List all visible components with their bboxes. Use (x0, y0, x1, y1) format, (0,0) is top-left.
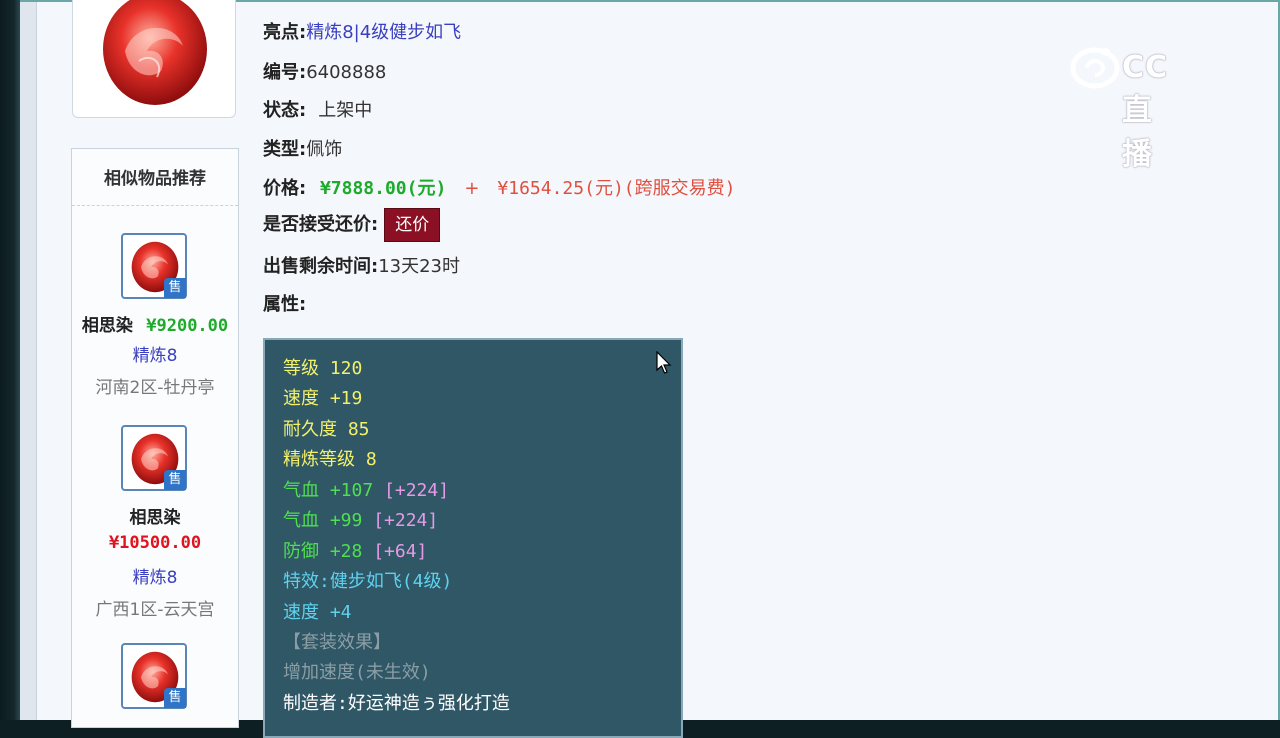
left-edge (0, 0, 20, 720)
highlight-value: 精炼8|4级健步如飞 (306, 22, 462, 43)
attr-line: 【套装效果】 (283, 632, 391, 653)
similar-item-price: ¥9200.00 (146, 316, 229, 336)
attr-main: 气血 +107 (283, 480, 374, 501)
attr-line: 耐久度 85 (283, 419, 370, 440)
time-label: 出售剩余时间: (263, 256, 379, 277)
sale-badge: 售 (164, 688, 186, 708)
highlight-label: 亮点: (263, 22, 307, 43)
status-label: 状态: (263, 100, 307, 121)
sale-badge: 售 (164, 278, 186, 298)
similar-items-title: 相似物品推荐 (72, 149, 238, 206)
attr-line: 速度 +4 (283, 602, 352, 623)
similar-item-thumb[interactable]: 售 (121, 643, 187, 709)
similar-item-thumb[interactable]: 售 (121, 233, 187, 299)
id-label: 编号: (263, 62, 307, 83)
highlight-row: 亮点:精炼8|4级健步如飞 (263, 18, 461, 44)
attr-row: 属性: (263, 290, 306, 316)
attribute-panel: 等级 120 速度 +19 耐久度 85 精炼等级 8 气血 +107 [+22… (263, 338, 683, 738)
price-row: 价格: ¥7888.00(元) + ¥1654.25(元)(跨服交易费) (263, 174, 735, 200)
bargain-label: 是否接受还价: (263, 214, 379, 235)
left-sidebar-band (20, 0, 37, 720)
similar-item-refine[interactable]: 精炼8 (72, 341, 238, 366)
price-label: 价格: (263, 178, 307, 199)
similar-item-name-price: 相思染 ¥9200.00 (72, 311, 238, 336)
item-image (72, 0, 236, 118)
attr-line: 增加速度(未生效) (283, 662, 431, 683)
attr-line: 气血 +99 [+224] (283, 506, 438, 532)
status-row: 状态: 上架中 (263, 96, 372, 122)
attr-extra: [+224] (373, 510, 439, 531)
attr-main: 气血 +99 (283, 510, 363, 531)
status-value: 上架中 (318, 100, 373, 121)
attr-extra: [+64] (373, 541, 428, 562)
attr-line: 制造者:好运神造ぅ强化打造 (283, 693, 510, 714)
time-value: 13天23时 (378, 256, 461, 277)
similar-items-panel: 相似物品推荐 售 相思染 ¥9200.00 精炼8 河南2区-牡丹亭 售 相思染… (71, 148, 239, 728)
similar-item-name: 相思染 (129, 508, 181, 528)
watermark-text: CC直播 (1122, 50, 1169, 172)
id-row: 编号:6408888 (263, 58, 386, 84)
bargain-button[interactable]: 还价 (384, 208, 441, 242)
similar-item-server: 河南2区-牡丹亭 (95, 378, 215, 398)
sale-badge: 售 (164, 470, 186, 490)
cc-logo-icon (1070, 47, 1120, 89)
attr-label: 属性: (263, 294, 307, 315)
attr-line: 等级 120 (283, 358, 363, 379)
attr-line: 速度 +19 (283, 388, 363, 409)
id-value: 6408888 (306, 62, 387, 83)
similar-item-refine[interactable]: 精炼8 (72, 563, 238, 588)
similar-item-name: 相思染 (81, 316, 133, 336)
fee-value: ¥1654.25(元)(跨服交易费) (497, 178, 736, 199)
attr-line: 精炼等级 8 (283, 449, 377, 470)
similar-item-thumb[interactable]: 售 (121, 425, 187, 491)
type-label: 类型: (263, 139, 307, 160)
attr-line: 防御 +28 [+64] (283, 537, 427, 563)
attr-main: 防御 +28 (283, 541, 363, 562)
similar-item-server: 广西1区-云天宫 (95, 600, 215, 620)
price-value: ¥7888.00(元) (319, 178, 447, 199)
similar-item-price: ¥10500.00 (108, 533, 202, 553)
attr-extra: [+224] (384, 480, 450, 501)
bargain-row: 是否接受还价: 还价 (263, 208, 441, 242)
time-row: 出售剩余时间:13天23时 (263, 252, 460, 278)
pendant-icon (103, 0, 207, 105)
attr-line: 特效:健步如飞(4级) (283, 571, 453, 592)
mouse-cursor-icon (656, 351, 672, 374)
page-frame: 相似物品推荐 售 相思染 ¥9200.00 精炼8 河南2区-牡丹亭 售 相思染… (0, 0, 1280, 738)
type-row: 类型:佩饰 (263, 135, 342, 161)
cc-live-watermark: CC直播 (1070, 44, 1167, 172)
type-value: 佩饰 (306, 139, 343, 160)
price-plus: + (464, 178, 480, 199)
attr-line: 气血 +107 [+224] (283, 476, 449, 502)
